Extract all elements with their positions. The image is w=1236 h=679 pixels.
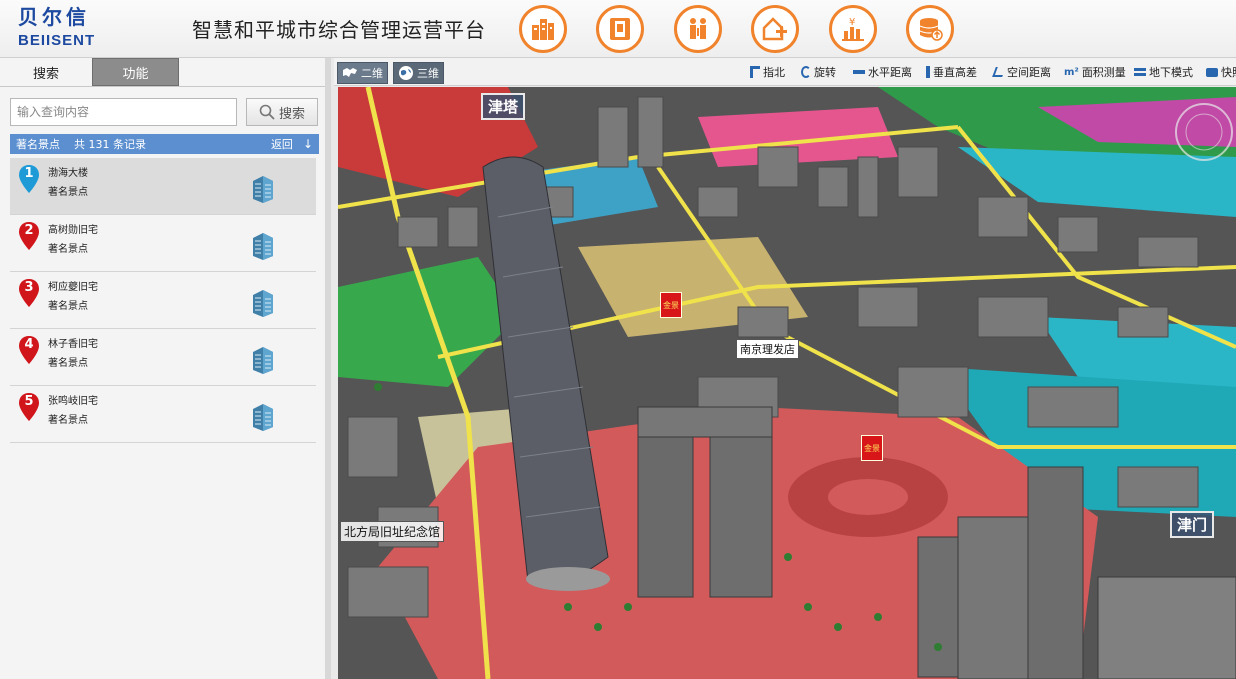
svg-text:¥: ¥ — [849, 17, 855, 28]
pin-number: 5 — [24, 394, 34, 409]
tab-function[interactable]: 功能 — [92, 58, 179, 86]
map-label-shop[interactable]: 南京理发店 — [736, 339, 799, 359]
tool-rotate[interactable]: 旋转 — [801, 64, 836, 80]
building-icon — [253, 176, 273, 203]
collapse-arrow-icon[interactable]: ↓ — [303, 137, 313, 151]
map-label-memorial[interactable]: 北方局旧址纪念馆 — [340, 521, 445, 542]
building-icon — [253, 347, 273, 374]
item-type: 著名景点 — [48, 301, 88, 312]
tool-north[interactable]: 指北 — [750, 64, 785, 80]
city-3d-scene — [338, 87, 1236, 679]
layers-icon — [1134, 68, 1146, 76]
tool-area-measure[interactable]: m² 面积测量 — [1064, 64, 1126, 80]
poi-marker[interactable]: 金景 — [660, 292, 682, 318]
north-arrow-icon — [750, 66, 760, 78]
list-item[interactable]: 4 林子香旧宅 著名景点 — [10, 329, 316, 386]
building-icon — [253, 404, 273, 431]
building-icon — [253, 290, 273, 317]
spatial-measure-icon — [992, 67, 1006, 77]
panel-scrollbar[interactable] — [325, 58, 331, 679]
map-toolbar: 二维 三维 指北 旋转 水平距离 垂直高差 空间距离 m² 面积测量 地下模式 快… — [334, 58, 1236, 86]
result-list: 1 渤海大楼 著名景点 2 高树勋旧宅 著名景点 3 柯应夔旧宅 著名景点 4 … — [10, 158, 316, 443]
vertical-ruler-icon — [926, 66, 930, 78]
tool-horizontal-distance[interactable]: 水平距离 — [853, 64, 912, 80]
pin-number: 2 — [24, 223, 34, 238]
page-title: 智慧和平城市综合管理运营平台 — [192, 18, 486, 42]
database-upload-icon[interactable] — [906, 5, 954, 53]
pin-number: 4 — [24, 337, 34, 352]
pin-number: 3 — [24, 280, 34, 295]
map-label-gate[interactable]: 津门 — [1170, 511, 1215, 538]
tool-label: 水平距离 — [868, 66, 912, 79]
tool-snapshot[interactable]: 快照 — [1206, 64, 1236, 80]
people-icon[interactable] — [674, 5, 722, 53]
result-category: 著名景点 — [16, 138, 60, 151]
list-item[interactable]: 3 柯应夔旧宅 著名景点 — [10, 272, 316, 329]
logo-english: BEIISENT — [18, 32, 96, 49]
poi-marker[interactable]: 金景 — [861, 435, 883, 461]
rotate-icon — [801, 66, 811, 78]
item-type: 著名景点 — [48, 358, 88, 369]
mode-2d-label: 二维 — [361, 67, 383, 80]
item-name: 柯应夔旧宅 — [48, 282, 98, 293]
item-type: 著名景点 — [48, 244, 88, 255]
search-button[interactable]: 搜索 — [246, 98, 318, 126]
camera-icon — [1206, 67, 1218, 77]
tab-divider — [0, 86, 331, 87]
tool-label: 地下模式 — [1149, 66, 1193, 79]
search-icon — [259, 104, 275, 120]
left-panel: 搜索 功能 搜索 著名景点 共 131 条记录 返回 ↓ 1 渤海大楼 著名景点… — [0, 58, 331, 679]
3d-map-view[interactable]: 津塔 南京理发店 津门 北方局旧址纪念馆 金景 金景 — [338, 87, 1236, 679]
tool-underground-mode[interactable]: 地下模式 — [1134, 64, 1193, 80]
buildings-icon[interactable] — [519, 5, 567, 53]
map-label-tower[interactable]: 津塔 — [481, 93, 526, 120]
ruler-icon — [853, 70, 865, 74]
item-name: 渤海大楼 — [48, 168, 88, 179]
mode-3d-label: 三维 — [417, 67, 439, 80]
item-name: 高树勋旧宅 — [48, 225, 98, 236]
list-item[interactable]: 2 高树勋旧宅 著名景点 — [10, 215, 316, 272]
globe-icon — [399, 66, 413, 80]
tool-vertical-height[interactable]: 垂直高差 — [926, 64, 977, 80]
list-item[interactable]: 5 张鸣岐旧宅 著名景点 — [10, 386, 316, 443]
area-m2-icon: m² — [1064, 66, 1079, 78]
app-header: 贝尔信 BEIISENT 智慧和平城市综合管理运营平台 ¥ — [0, 0, 1236, 58]
item-name: 张鸣岐旧宅 — [48, 396, 98, 407]
item-type: 著名景点 — [48, 187, 88, 198]
finance-chart-icon[interactable]: ¥ — [829, 5, 877, 53]
phone-book-icon[interactable] — [596, 5, 644, 53]
back-link[interactable]: 返回 — [271, 136, 293, 152]
tool-label: 空间距离 — [1007, 66, 1051, 79]
mode-2d-button[interactable]: 二维 — [337, 62, 388, 84]
world-map-icon — [343, 68, 357, 77]
tool-spatial-distance[interactable]: 空间距离 — [992, 64, 1051, 80]
tool-label: 指北 — [763, 66, 785, 79]
item-type: 著名景点 — [48, 415, 88, 426]
tool-label: 快照 — [1221, 66, 1236, 79]
result-summary-bar: 著名景点 共 131 条记录 返回 ↓ — [10, 134, 319, 154]
item-name: 林子香旧宅 — [48, 339, 98, 350]
search-input[interactable] — [10, 98, 237, 126]
tool-label: 旋转 — [814, 66, 836, 79]
tool-label: 面积测量 — [1081, 66, 1126, 79]
company-logo: 贝尔信 BEIISENT — [18, 6, 118, 52]
result-count: 共 131 条记录 — [74, 138, 146, 151]
tab-search[interactable]: 搜索 — [0, 58, 92, 86]
house-plus-icon[interactable] — [751, 5, 799, 53]
pin-number: 1 — [24, 166, 34, 181]
mode-3d-button[interactable]: 三维 — [393, 62, 444, 84]
search-button-label: 搜索 — [278, 106, 305, 122]
list-item[interactable]: 1 渤海大楼 著名景点 — [10, 158, 316, 215]
tool-label: 垂直高差 — [933, 66, 977, 79]
logo-chinese: 贝尔信 — [18, 5, 90, 29]
building-icon — [253, 233, 273, 260]
